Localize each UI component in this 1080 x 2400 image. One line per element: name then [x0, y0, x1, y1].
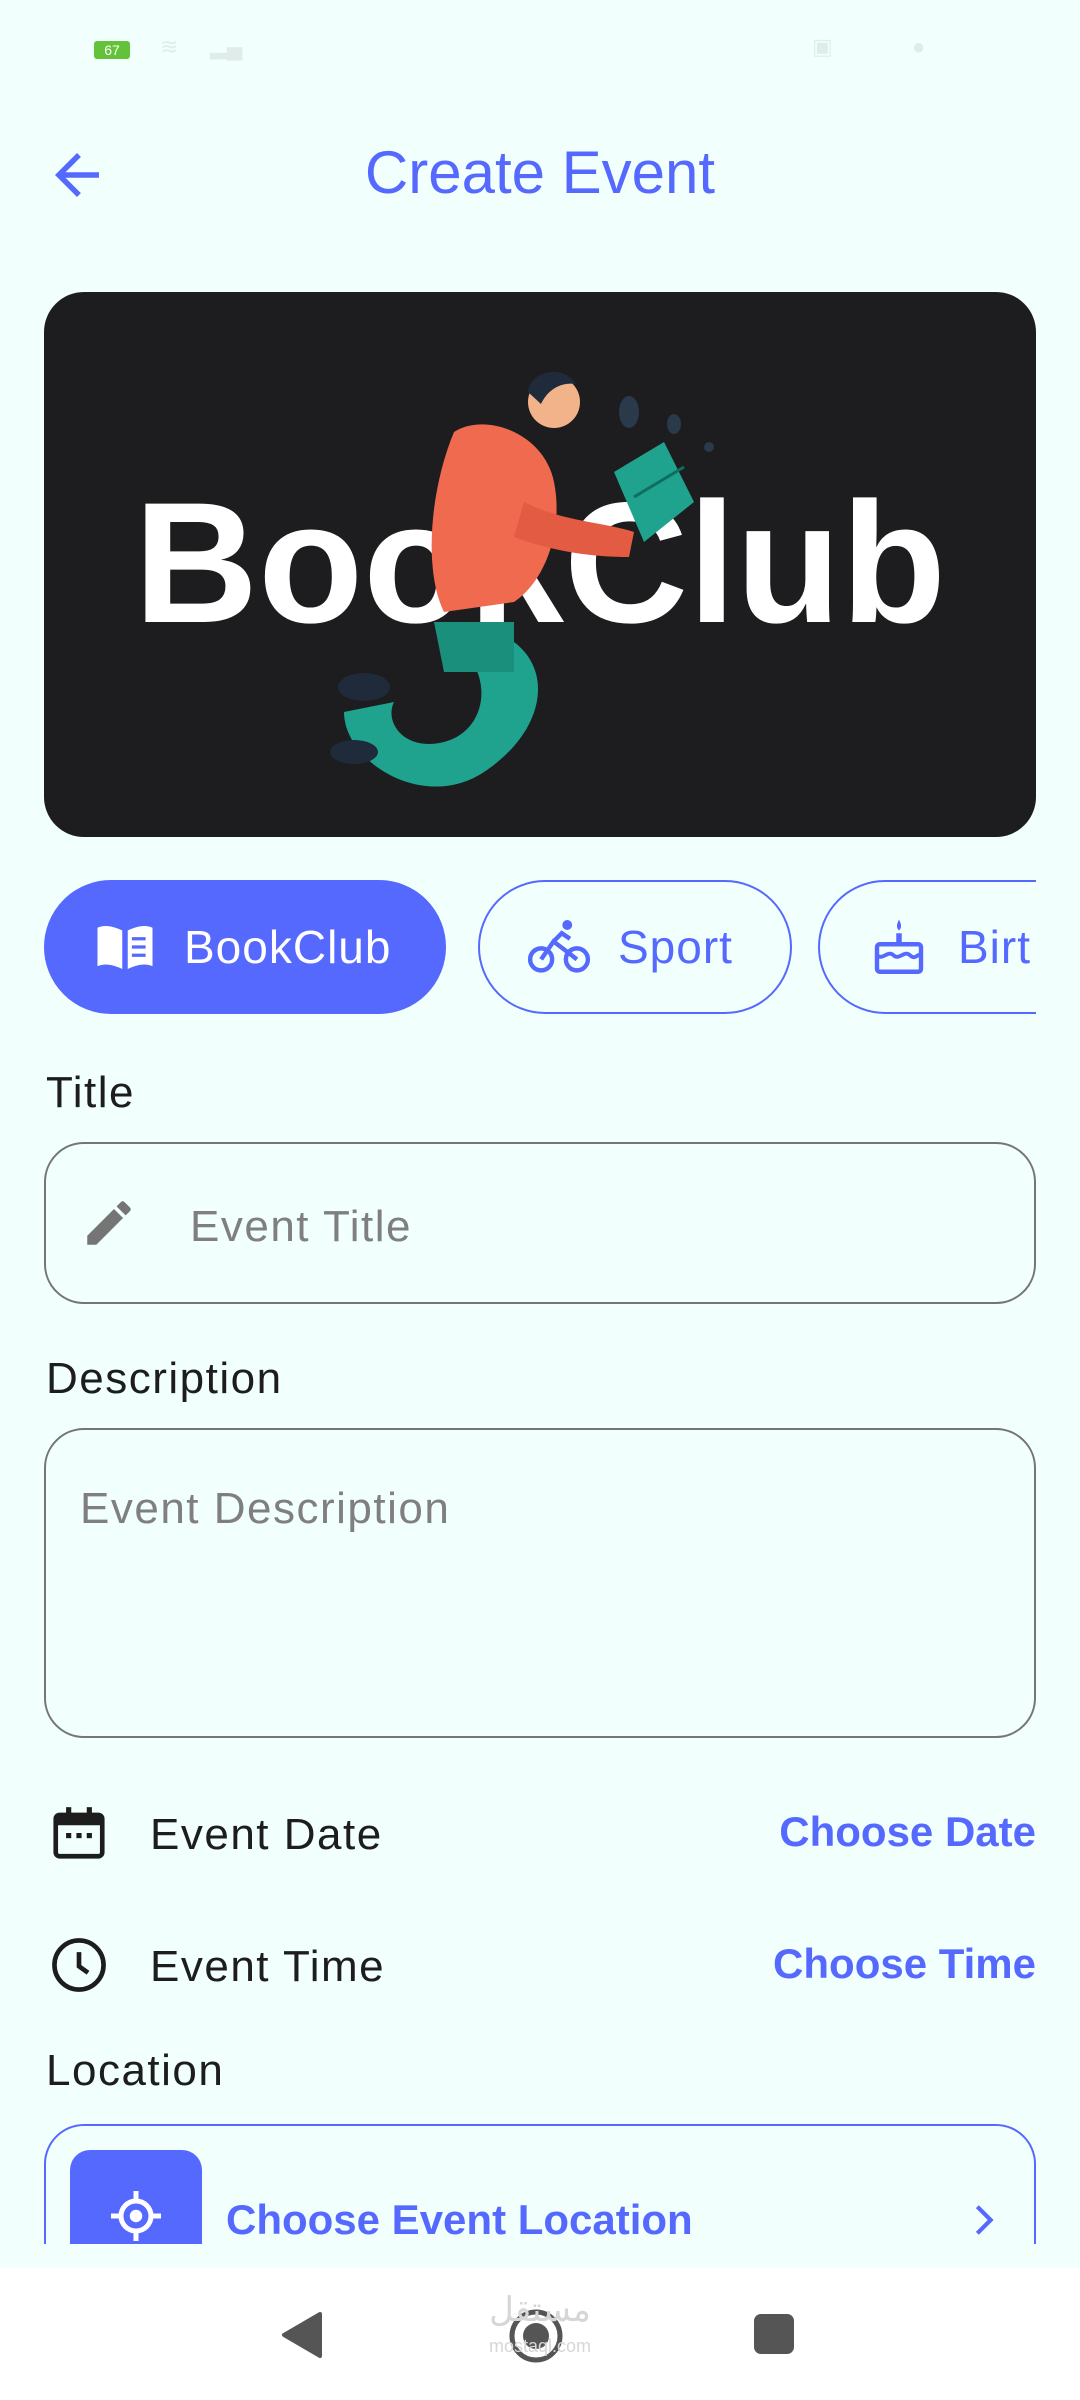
event-title-input[interactable] — [188, 1198, 992, 1256]
chevron-right-icon — [975, 2205, 994, 2235]
recents-square-icon — [754, 2314, 794, 2354]
app-bar: Create Event — [0, 120, 1080, 230]
chip-bookclub[interactable]: BookClub — [44, 880, 446, 1014]
notification-icon-2: ● — [912, 34, 926, 59]
location-label: Location — [46, 2046, 225, 2095]
notification-icon: ▣ — [812, 34, 833, 59]
chip-label: BookClub — [184, 921, 392, 973]
event-description-input[interactable] — [78, 1482, 982, 1706]
chip-label: Birt — [958, 921, 1031, 973]
choose-date-button[interactable]: Choose Date — [779, 1808, 1036, 1856]
back-triangle-icon — [282, 2312, 322, 2358]
chip-label: Sport — [618, 921, 733, 973]
status-bar: 67 ≋ ▂▄ ▣ ● — [0, 0, 1080, 100]
event-time-label: Event Time — [150, 1942, 386, 1991]
gps-target-icon — [111, 2191, 161, 2241]
category-chips: BookClub Sport Birt — [44, 880, 1036, 1018]
title-label: Title — [46, 1068, 135, 1117]
clock-icon — [52, 1938, 106, 1992]
battery-indicator: 67 — [94, 41, 130, 59]
event-time-row: Event Time Choose Time — [44, 1926, 1036, 2006]
choose-location-card[interactable]: Choose Event Location — [44, 2124, 1036, 2244]
event-date-row: Event Date Choose Date — [44, 1794, 1036, 1874]
title-field — [44, 1142, 1036, 1304]
watermark-text: مستقل — [489, 2291, 591, 2329]
watermark: مستقل mostaql.com — [470, 2292, 610, 2364]
wifi-icon: ≋ — [160, 34, 179, 59]
signal-icon: ▂▄ — [210, 34, 243, 59]
chip-sport[interactable]: Sport — [478, 880, 792, 1014]
page-title: Create Event — [364, 139, 716, 206]
description-field — [44, 1428, 1036, 1738]
choose-time-button[interactable]: Choose Time — [773, 1940, 1036, 1988]
choose-location-label: Choose Event Location — [226, 2196, 693, 2243]
pencil-icon — [87, 1201, 131, 1245]
watermark-subtext: mostaql.com — [488, 2336, 592, 2356]
cake-icon — [874, 919, 924, 974]
chip-birthday[interactable]: Birt — [818, 880, 1036, 1014]
location-icon-box — [70, 2150, 202, 2244]
nav-back-button[interactable] — [280, 2310, 324, 2365]
book-icon — [97, 925, 153, 969]
bookclub-illustration: BookClub — [134, 371, 946, 787]
event-date-label: Event Date — [150, 1810, 383, 1859]
nav-recents-button[interactable] — [752, 2312, 796, 2361]
bike-icon — [527, 920, 591, 973]
event-cover-image: BookClub — [44, 292, 1036, 837]
description-label: Description — [46, 1354, 283, 1403]
system-nav-bar: مستقل mostaql.com — [0, 2268, 1080, 2400]
calendar-icon — [53, 1807, 105, 1859]
